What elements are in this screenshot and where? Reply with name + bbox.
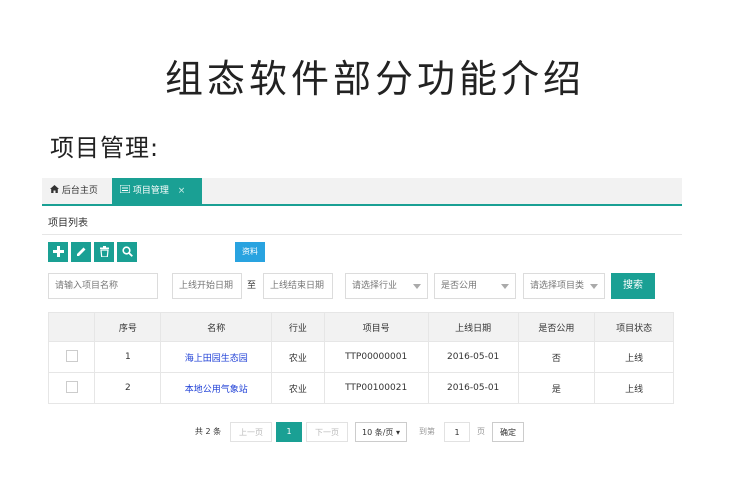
trash-icon xyxy=(99,246,110,260)
next-page-button[interactable]: 下一页 xyxy=(306,422,348,442)
tab-home-label: 后台主页 xyxy=(61,186,98,196)
industry-select-label: 请选择行业 xyxy=(352,281,398,291)
row-no: 1 xyxy=(94,341,162,373)
section-subtitle: 项目管理: xyxy=(50,134,160,162)
list-title: 项目列表 xyxy=(48,218,88,229)
tab-bar: 后台主页 项目管理 × xyxy=(42,178,682,206)
app-window: 后台主页 项目管理 × 项目列表 资料 请输入项目名称 上线开始日期 至 上线结… xyxy=(42,178,682,442)
table-header-row: 序号 名称 行业 项目号 上线日期 是否公用 项目状态 xyxy=(47,312,674,342)
table-row[interactable]: 1 海上田园生态园 农业 TTP00000001 2016-05-01 否 上线 xyxy=(47,341,674,373)
column-header-name: 名称 xyxy=(160,312,273,342)
goto-label: 到第 xyxy=(419,427,435,436)
row-checkbox[interactable] xyxy=(65,380,78,393)
total-count: 共 2 条 xyxy=(194,427,222,436)
chevron-down-icon xyxy=(590,284,598,289)
add-button[interactable] xyxy=(48,242,68,262)
public-select[interactable]: 是否公用 xyxy=(434,273,516,299)
row-public: 是 xyxy=(517,372,596,404)
page-title: 组态软件部分功能介绍 xyxy=(164,57,585,101)
search-icon xyxy=(121,246,133,260)
chevron-down-icon xyxy=(413,284,421,289)
page-number-input[interactable]: 1 xyxy=(444,422,470,442)
row-public: 否 xyxy=(517,341,596,373)
current-page-button[interactable]: 1 xyxy=(276,422,302,442)
table-row[interactable]: 2 本地公用气象站 农业 TTP00100021 2016-05-01 是 上线 xyxy=(47,372,674,404)
goto-confirm-button[interactable]: 确定 xyxy=(492,422,524,442)
list-icon xyxy=(119,184,133,196)
tab-project-management[interactable]: 项目管理 × xyxy=(112,178,202,204)
page-unit-label: 页 xyxy=(477,427,485,436)
column-header-no: 序号 xyxy=(94,312,162,342)
divider xyxy=(42,234,682,235)
pencil-icon xyxy=(76,247,87,260)
row-industry: 农业 xyxy=(271,372,325,404)
row-select-cell xyxy=(47,341,96,373)
public-select-label: 是否公用 xyxy=(441,281,478,291)
delete-button[interactable] xyxy=(94,242,114,262)
plus-icon xyxy=(52,246,64,260)
chevron-down-icon xyxy=(501,284,509,289)
row-name-link[interactable]: 本地公用气象站 xyxy=(160,372,273,404)
project-table: 序号 名称 行业 项目号 上线日期 是否公用 项目状态 1 海上田园生态园 农业… xyxy=(47,312,674,404)
row-status: 上线 xyxy=(594,341,674,373)
column-header-industry: 行业 xyxy=(271,312,325,342)
row-code: TTP00100021 xyxy=(323,372,429,404)
project-type-select-label: 请选择项目类 xyxy=(530,281,585,291)
project-type-select[interactable]: 请选择项目类 xyxy=(523,273,605,299)
row-checkbox[interactable] xyxy=(65,349,78,362)
column-header-code: 项目号 xyxy=(323,312,429,342)
row-no: 2 xyxy=(94,372,162,404)
row-code: TTP00000001 xyxy=(323,341,429,373)
column-header-status: 项目状态 xyxy=(594,312,674,342)
tab-home[interactable]: 后台主页 xyxy=(42,178,110,204)
search-button[interactable] xyxy=(117,242,137,262)
project-name-input[interactable]: 请输入项目名称 xyxy=(48,273,158,299)
row-select-cell xyxy=(47,372,96,404)
column-header-public: 是否公用 xyxy=(517,312,596,342)
row-industry: 农业 xyxy=(271,341,325,373)
industry-select[interactable]: 请选择行业 xyxy=(345,273,428,299)
home-icon xyxy=(50,185,62,196)
search-submit-button[interactable]: 搜索 xyxy=(611,273,655,299)
row-date: 2016-05-01 xyxy=(427,341,519,373)
row-name-link[interactable]: 海上田园生态园 xyxy=(160,341,273,373)
close-icon[interactable]: × xyxy=(178,186,186,196)
start-date-input[interactable]: 上线开始日期 xyxy=(172,273,242,299)
row-date: 2016-05-01 xyxy=(427,372,519,404)
row-status: 上线 xyxy=(594,372,674,404)
tab-project-label: 项目管理 xyxy=(132,186,169,196)
page-size-select[interactable]: 10 条/页 ▾ xyxy=(355,422,407,442)
end-date-input[interactable]: 上线结束日期 xyxy=(263,273,333,299)
column-header-select xyxy=(47,312,96,342)
edit-button[interactable] xyxy=(71,242,91,262)
resource-button[interactable]: 资料 xyxy=(235,242,265,262)
prev-page-button[interactable]: 上一页 xyxy=(230,422,272,442)
date-range-separator: 至 xyxy=(247,281,257,291)
column-header-date: 上线日期 xyxy=(427,312,519,342)
